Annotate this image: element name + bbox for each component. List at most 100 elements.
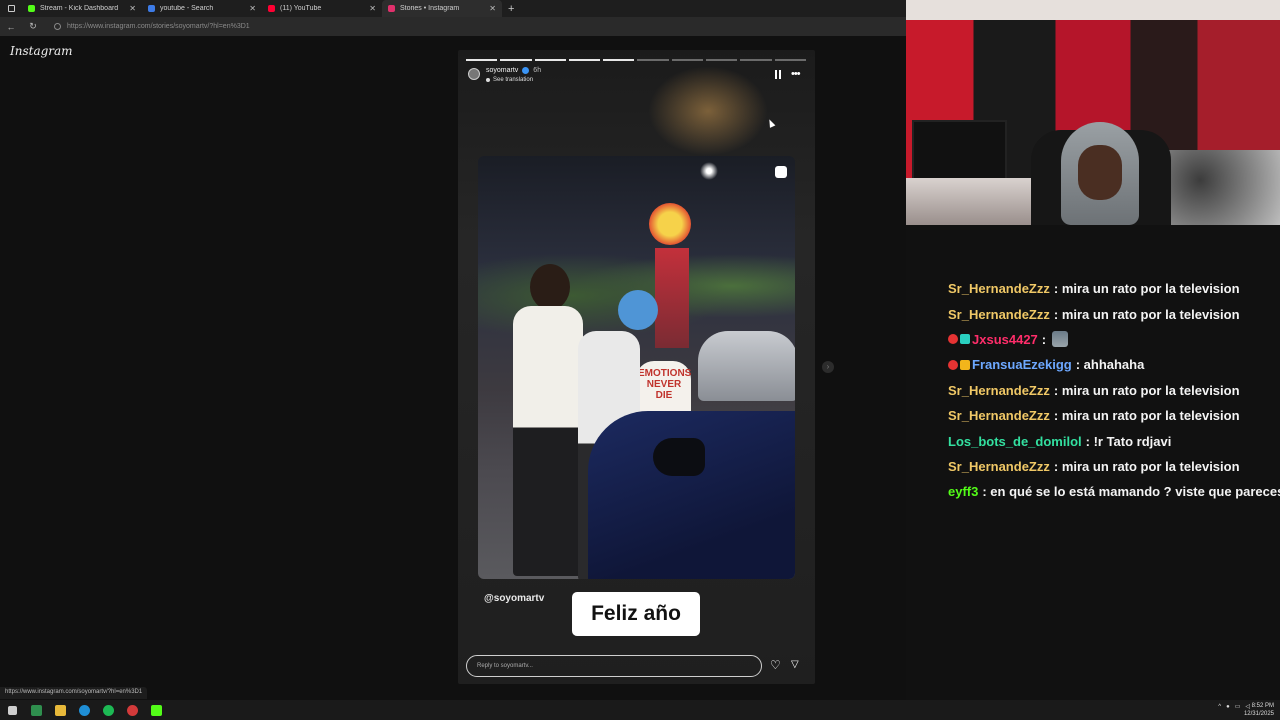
start-windows-icon[interactable] (0, 700, 24, 720)
file-explorer-icon[interactable] (48, 700, 72, 720)
close-tab-icon[interactable]: ✕ (129, 4, 136, 13)
close-tab-icon[interactable]: ✕ (249, 4, 256, 13)
person-head (530, 264, 570, 310)
close-tab-icon[interactable]: ✕ (489, 4, 496, 13)
tab-title: Stream - Kick Dashboard (40, 5, 119, 12)
site-info-icon[interactable] (54, 23, 61, 30)
chat-message: FransuaEzekigg : ahhahaha (948, 352, 1280, 377)
crown-badge-icon (960, 359, 970, 370)
background-light (648, 66, 768, 156)
story-username[interactable]: soyomartv (486, 67, 518, 74)
tab-youtube-search[interactable]: youtube - Search ✕ (142, 0, 262, 17)
tv (912, 120, 1007, 180)
chat-username: Sr_HernandeZzz (948, 382, 1050, 398)
chat-message: eyff3 : en qué se lo está mamando ? vist… (948, 479, 1280, 504)
chat-message: Jxsus4427 : (948, 327, 1280, 352)
progress-segment (706, 59, 738, 61)
address-bar-row: ← ↻ https://www.instagram.com/stories/so… (0, 17, 906, 36)
blue-car (588, 411, 795, 579)
chat-text: : mira un rato por la television (1053, 382, 1240, 398)
chat-message: Sr_HernandeZzz : mira un rato por la tel… (948, 276, 1280, 301)
webcam-overlay (906, 0, 1280, 225)
chat-username: Jxsus4427 (972, 331, 1038, 347)
spotify-icon[interactable] (96, 700, 120, 720)
see-translation-label: See translation (493, 77, 534, 83)
chat-message: Sr_HernandeZzz : mira un rato por la tel… (948, 454, 1280, 479)
like-heart-icon[interactable]: ♡ (770, 659, 782, 671)
back-icon[interactable]: ← (0, 22, 22, 32)
gas-station-sign (649, 203, 691, 245)
progress-segment (637, 59, 669, 61)
obs-icon[interactable] (120, 700, 144, 720)
car-mirror (653, 438, 705, 476)
person (513, 306, 583, 576)
tab-youtube[interactable]: (11) YouTube ✕ (262, 0, 382, 17)
chevron-up-icon[interactable]: ^ (1218, 704, 1221, 710)
more-options-icon[interactable]: ••• (791, 69, 801, 80)
chat-text: : (1041, 331, 1047, 347)
silver-car (698, 331, 795, 401)
chat-username: Sr_HernandeZzz (948, 458, 1050, 474)
progress-segment (568, 59, 601, 61)
chat-text: : mira un rato por la television (1053, 458, 1240, 474)
kick-favicon-icon (28, 5, 35, 12)
reload-icon[interactable]: ↻ (22, 21, 44, 32)
see-translation-link[interactable]: See translation (486, 77, 533, 83)
subscriber-badge-icon (948, 334, 958, 345)
streamer-face (1078, 145, 1122, 200)
url-field[interactable]: https://www.instagram.com/stories/soyoma… (54, 20, 894, 33)
chat-username: FransuaEzekigg (972, 357, 1072, 373)
story-photo: EMOTIONS NEVER DIE (478, 156, 795, 579)
next-story-icon[interactable]: › (822, 361, 834, 373)
shirt-print: EMOTIONS NEVER DIE (638, 368, 692, 401)
youtube-favicon-icon (268, 5, 275, 12)
progress-segment (534, 59, 566, 61)
progress-segment (740, 59, 772, 61)
progress-segment (466, 59, 498, 61)
chat-message: Los_bots_de_domilol : !r Tato rdjavi (948, 428, 1280, 453)
kick-icon[interactable] (144, 700, 168, 720)
story-viewer[interactable]: soyomartv 6h See translation ••• EMOTION… (458, 50, 815, 684)
url-text: https://www.instagram.com/stories/soyoma… (67, 23, 250, 30)
chat-text: : mira un rato por la television (1053, 306, 1240, 322)
new-tab-icon[interactable]: + (508, 3, 514, 15)
terminal-icon[interactable] (24, 700, 48, 720)
tab-title: youtube - Search (160, 5, 214, 12)
network-icon[interactable]: ▭ (1235, 703, 1241, 710)
ceiling (906, 0, 1280, 20)
instagram-logo[interactable]: Instagram (10, 44, 73, 58)
clock[interactable]: 8:52 PM 12/31/2025 (1244, 702, 1274, 718)
clock-time: 8:52 PM (1251, 703, 1274, 709)
tab-actions-icon[interactable] (0, 0, 22, 17)
close-tab-icon[interactable]: ✕ (369, 4, 376, 13)
emote-icon (1052, 331, 1069, 348)
translate-icon (486, 78, 490, 82)
clock-date: 12/31/2025 (1243, 711, 1274, 717)
microphone-icon[interactable]: ● (1226, 704, 1230, 710)
link-status-bar: https://www.instagram.com/soyomartv/?hl=… (0, 687, 148, 699)
search-favicon-icon (148, 5, 155, 12)
bed (906, 178, 1036, 225)
price-sign (655, 248, 689, 348)
tab-title: (11) YouTube (280, 5, 322, 12)
tab-title: Stories • Instagram (400, 5, 460, 12)
person-cap (618, 290, 658, 330)
tab-instagram-stories[interactable]: Stories • Instagram ✕ (382, 0, 502, 17)
mention-sticker[interactable]: @soyomartv (484, 593, 544, 604)
tab-kick-dashboard[interactable]: Stream - Kick Dashboard ✕ (22, 0, 142, 17)
pause-icon[interactable] (775, 70, 783, 79)
clothes-pile (1166, 150, 1280, 225)
instagram-favicon-icon (388, 5, 395, 12)
chat-text: : en qué se lo está mamando ? viste que … (982, 484, 1280, 500)
chat-text: : mira un rato por la television (1053, 281, 1240, 297)
page-viewport: Instagram soyomartv 6h See translation •… (0, 36, 906, 700)
share-send-icon[interactable]: ▽ (791, 659, 803, 671)
screen: Stream - Kick Dashboard ✕ youtube - Sear… (0, 0, 1280, 720)
story-header: soyomartv 6h (486, 67, 541, 74)
chat-message: Sr_HernandeZzz : mira un rato por la tel… (948, 301, 1280, 326)
story-avatar[interactable] (468, 68, 480, 80)
edge-browser-icon[interactable] (72, 700, 96, 720)
reply-input[interactable]: Reply to soyomartv... (466, 655, 762, 677)
chat-text: : !r Tato rdjavi (1085, 433, 1172, 449)
verified-badge-icon (522, 67, 530, 74)
